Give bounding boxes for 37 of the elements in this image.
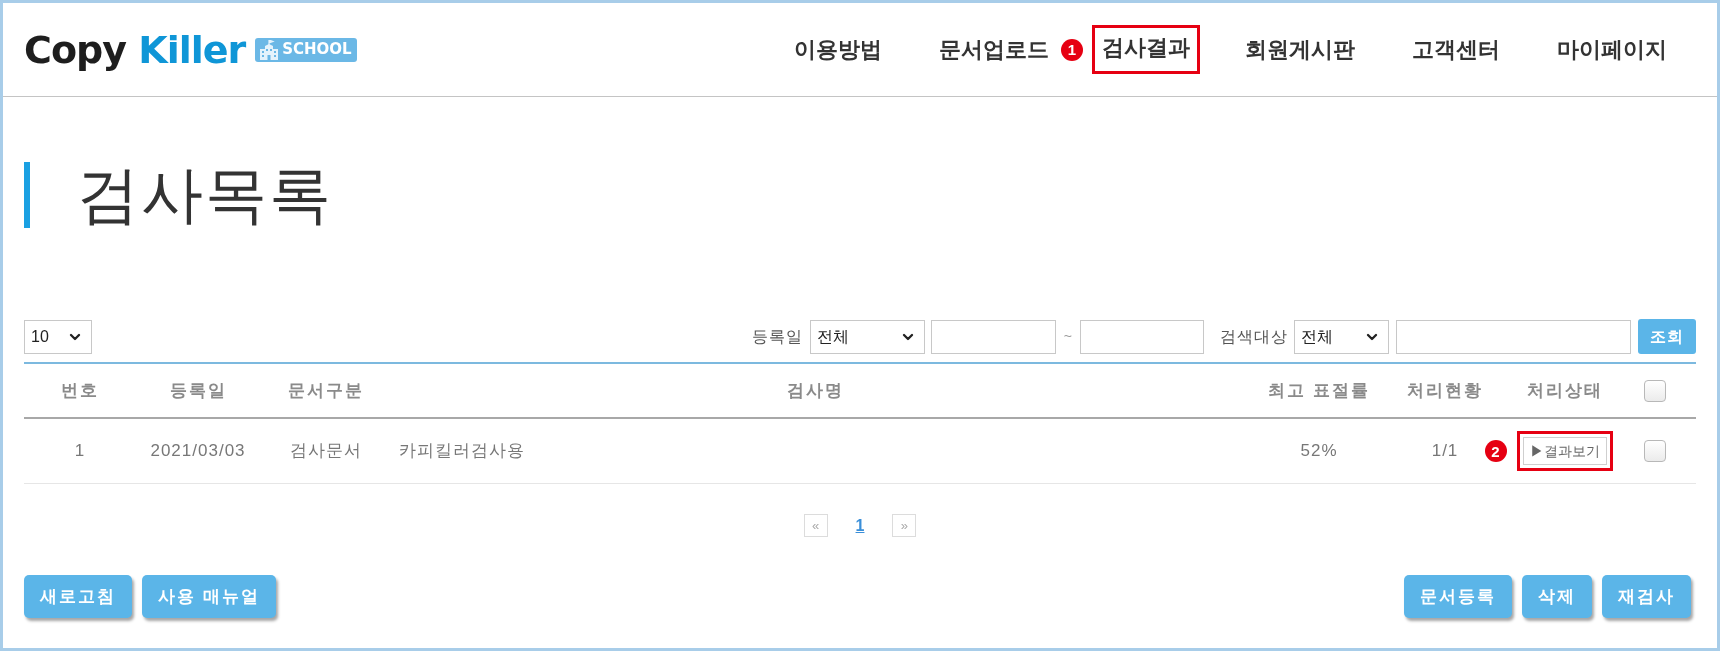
table-cell-text: 카피킬러검사용 xyxy=(399,440,525,463)
checkbox[interactable] xyxy=(1644,379,1666,402)
table-cell-text: 1 xyxy=(74,440,86,463)
column-header: 등록일 xyxy=(169,379,227,402)
dropdown-select[interactable]: 전체 xyxy=(1294,319,1389,354)
table-cell-text: 1/1 xyxy=(1431,440,1459,463)
nav-link[interactable]: 마이페이지 xyxy=(1557,38,1667,61)
step-number-badge: 2 xyxy=(1485,440,1507,462)
table-cell-text: 검사문서 xyxy=(290,440,362,463)
column-header: 처리상태 xyxy=(1527,379,1603,402)
logo-wordmark[interactable]: Copy Killer xyxy=(24,30,246,69)
column-header: 번호 xyxy=(61,379,99,402)
date-input[interactable] xyxy=(1080,319,1204,354)
range-separator: ~ xyxy=(1063,327,1072,346)
filter-label: 등록일 xyxy=(751,326,803,347)
table-cell-text: 2021/03/03 xyxy=(150,440,246,463)
nav-link[interactable]: 이용방법 xyxy=(794,38,882,61)
table-cell-text: 52% xyxy=(1300,440,1338,463)
page-title: 검사목록 xyxy=(77,164,333,226)
column-header: 문서구분 xyxy=(288,379,364,402)
column-header: 처리현황 xyxy=(1407,379,1483,402)
search-input[interactable] xyxy=(1396,319,1631,354)
filter-label: 검색대상 xyxy=(1220,326,1288,347)
dropdown-select[interactable]: 10 xyxy=(24,319,92,354)
nav-link[interactable]: 고객센터 xyxy=(1412,38,1500,61)
date-input[interactable] xyxy=(930,319,1056,354)
column-header: 최고 표절률 xyxy=(1268,379,1370,402)
column-header: 검사명 xyxy=(786,379,844,402)
checkbox[interactable] xyxy=(1644,440,1666,462)
badge-text: SCHOOL xyxy=(282,42,352,57)
title-accent-bar xyxy=(24,162,30,228)
nav-link[interactable]: 문서업로드 xyxy=(939,38,1049,61)
nav-link[interactable]: 검사결과 xyxy=(1102,35,1190,60)
step-number-badge: 1 xyxy=(1061,38,1083,61)
dropdown-select[interactable]: 전체 xyxy=(809,319,925,354)
view-result-button[interactable]: ▶결과보기 xyxy=(1523,437,1607,465)
nav-link[interactable]: 회원게시판 xyxy=(1245,38,1355,61)
